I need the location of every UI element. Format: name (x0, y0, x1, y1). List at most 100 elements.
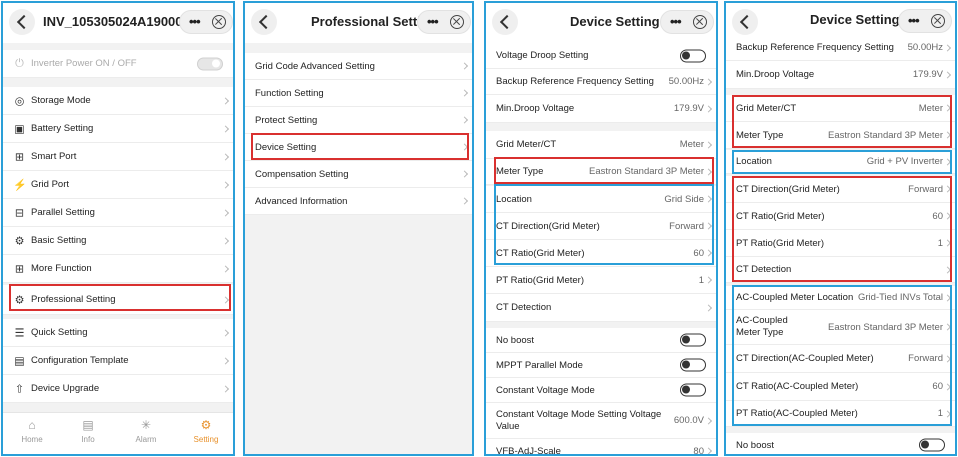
home-icon: ⌂ (28, 418, 36, 432)
row-no-boost: No boost (486, 328, 716, 353)
grid-port-icon: ⚡ (13, 179, 27, 191)
back-button[interactable] (251, 9, 277, 35)
chevron-right-icon (221, 124, 230, 133)
row-pt-ratio-ac-coupled[interactable]: PT Ratio(AC-Coupled Meter) 1 (726, 401, 955, 427)
close-icon[interactable] (931, 14, 945, 28)
mppt-parallel-toggle[interactable] (680, 358, 706, 372)
no-boost-toggle[interactable] (919, 438, 945, 452)
tab-home[interactable]: ⌂ Home (7, 413, 57, 454)
chevron-right-icon (943, 104, 952, 112)
chevron-right-icon (704, 167, 713, 176)
chevron-right-icon (704, 195, 713, 203)
row-vfb-adj-scale[interactable]: VFB-AdJ-Scale 80 (486, 439, 716, 454)
row-no-boost: No boost (726, 433, 955, 454)
upgrade-icon: ⇧ (14, 383, 25, 395)
chevron-right-icon (221, 295, 230, 304)
row-backup-reference-frequency[interactable]: Backup Reference Frequency Setting 50.00… (726, 35, 955, 61)
row-meter-type[interactable]: Meter Type Eastron Standard 3P Meter (486, 159, 716, 185)
menu-item-device-upgrade[interactable]: ⇧ Device Upgrade (3, 375, 233, 403)
row-ac-coupled-meter-location[interactable]: AC-Coupled Meter Location Grid-Tied INVs… (726, 286, 955, 310)
back-button[interactable] (492, 9, 518, 35)
menu-item-configuration-template[interactable]: ▤ Configuration Template (3, 347, 233, 375)
more-function-icon: ⊞ (14, 263, 25, 275)
chevron-right-icon (704, 276, 713, 284)
row-ct-ratio-grid[interactable]: CT Ratio(Grid Meter) 60 (726, 203, 955, 230)
row-min-droop-voltage[interactable]: Min.Droop Voltage 179.9V (726, 61, 955, 89)
menu-item-grid-code-advanced[interactable]: Grid Code Advanced Setting (245, 53, 472, 80)
row-location[interactable]: Location Grid Side (486, 186, 716, 213)
row-ct-ratio-ac-coupled[interactable]: CT Ratio(AC-Coupled Meter) 60 (726, 373, 955, 401)
page-title: Device Setting (810, 12, 900, 27)
menu-item-basic-setting[interactable]: ⚙ Basic Setting (3, 227, 233, 255)
chevron-right-icon (943, 382, 952, 391)
storage-icon: ◎ (14, 95, 25, 107)
menu-item-quick-setting[interactable]: ☰ Quick Setting (3, 319, 233, 347)
menu-item-smart-port[interactable]: ⊞ Smart Port (3, 143, 233, 171)
row-meter-type[interactable]: Meter Type Eastron Standard 3P Meter (726, 122, 955, 149)
row-min-droop-voltage[interactable]: Min.Droop Voltage 179.9V (486, 95, 716, 123)
menu-item-advanced-information[interactable]: Advanced Information (245, 188, 472, 215)
template-icon: ▤ (14, 355, 25, 367)
close-icon[interactable] (212, 15, 226, 29)
inverter-power-label: Inverter Power ON / OFF (31, 58, 137, 69)
more-icon[interactable]: ••• (670, 13, 682, 31)
menu-item-protect-setting[interactable]: Protect Setting (245, 107, 472, 134)
header-menu-capsule: ••• (898, 9, 952, 33)
row-pt-ratio-grid[interactable]: PT Ratio(Grid Meter) 1 (726, 230, 955, 257)
page-title: Device Setting (570, 14, 660, 29)
row-ct-direction-grid[interactable]: CT Direction(Grid Meter) Forward (726, 176, 955, 203)
row-pt-ratio-grid[interactable]: PT Ratio(Grid Meter) 1 (486, 267, 716, 294)
menu-item-battery-setting[interactable]: ▣ Battery Setting (3, 115, 233, 143)
row-backup-reference-frequency[interactable]: Backup Reference Frequency Setting 50.00… (486, 69, 716, 95)
row-ct-detection[interactable]: CT Detection (486, 294, 716, 322)
header: INV_105305024A190009 ••• (3, 3, 233, 43)
row-constant-voltage-setting[interactable]: Constant Voltage Mode Setting Voltage Va… (486, 403, 716, 439)
menu-item-parallel-setting[interactable]: ⊟ Parallel Setting (3, 199, 233, 227)
panel-device-setting-a: Device Setting ••• Voltage Droop Setting… (484, 1, 718, 456)
menu-item-grid-port[interactable]: ⚡ Grid Port (3, 171, 233, 199)
row-grid-meter-ct[interactable]: Grid Meter/CT Meter (486, 131, 716, 159)
row-ac-coupled-meter-type[interactable]: AC-Coupled Meter Type Eastron Standard 3… (726, 310, 955, 345)
more-icon[interactable]: ••• (427, 13, 439, 31)
row-grid-meter-ct[interactable]: Grid Meter/CT Meter (726, 95, 955, 122)
voltage-droop-toggle[interactable] (680, 49, 706, 62)
menu-item-device-setting[interactable]: Device Setting (245, 134, 472, 161)
menu-item-compensation-setting[interactable]: Compensation Setting (245, 161, 472, 188)
back-button[interactable] (732, 9, 758, 35)
row-location[interactable]: Location Grid + PV Inverter (726, 150, 955, 174)
row-ct-direction-grid[interactable]: CT Direction(Grid Meter) Forward (486, 213, 716, 240)
close-icon[interactable] (450, 15, 464, 29)
constant-voltage-toggle[interactable] (680, 383, 706, 397)
chevron-right-icon (704, 104, 713, 113)
row-ct-detection[interactable]: CT Detection (726, 257, 955, 283)
more-icon[interactable]: ••• (908, 12, 920, 30)
chevron-right-icon (943, 323, 952, 331)
chevron-right-icon (943, 239, 952, 247)
menu-item-function-setting[interactable]: Function Setting (245, 80, 472, 107)
gear-icon: ⚙ (14, 235, 25, 247)
chevron-right-icon (943, 157, 952, 166)
sliders-icon: ☰ (14, 327, 25, 339)
chevron-right-icon (221, 96, 230, 105)
row-ct-direction-ac-coupled[interactable]: CT Direction(AC-Coupled Meter) Forward (726, 345, 955, 373)
row-ct-ratio-grid[interactable]: CT Ratio(Grid Meter) 60 (486, 240, 716, 267)
close-icon[interactable] (693, 15, 707, 29)
chevron-right-icon (943, 185, 952, 193)
chevron-right-icon (704, 140, 713, 149)
tab-alarm[interactable]: ✳ Alarm (121, 413, 171, 454)
menu-item-storage-mode[interactable]: ◎ Storage Mode (3, 87, 233, 115)
chevron-right-icon (221, 152, 230, 161)
chevron-right-icon (221, 236, 230, 245)
tab-info[interactable]: ▤ Info (63, 413, 113, 454)
chevron-right-icon (704, 447, 713, 454)
tab-setting[interactable]: ⚙ Setting (181, 413, 231, 454)
menu-item-professional-setting[interactable]: ⚙ Professional Setting (3, 285, 233, 315)
chevron-right-icon (460, 197, 469, 205)
menu-item-more-function[interactable]: ⊞ More Function (3, 255, 233, 283)
inverter-power-toggle[interactable] (197, 57, 223, 70)
more-icon[interactable]: ••• (189, 13, 201, 31)
chevron-right-icon (221, 328, 230, 337)
no-boost-toggle[interactable] (680, 333, 706, 347)
chevron-right-icon (943, 265, 952, 274)
back-button[interactable] (9, 9, 35, 35)
